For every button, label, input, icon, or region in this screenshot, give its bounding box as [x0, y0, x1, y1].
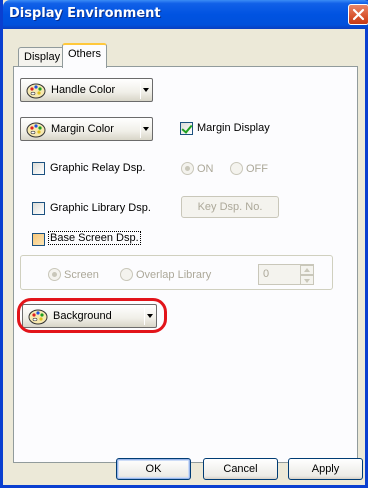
palette-icon [26, 83, 46, 99]
graphic-library-label: Graphic Library Dsp. [50, 202, 151, 214]
window-title: Display Environment [9, 6, 161, 21]
apply-button[interactable]: Apply [288, 458, 363, 480]
cancel-button[interactable]: Cancel [203, 458, 278, 480]
margin-color-button[interactable]: Margin Color [20, 117, 153, 141]
ok-button[interactable]: OK [116, 458, 191, 480]
handle-color-button[interactable]: Handle Color [20, 78, 153, 102]
overlap-library-radio[interactable] [120, 268, 133, 281]
handle-color-label: Handle Color [51, 84, 116, 96]
palette-icon [26, 122, 46, 138]
graphic-library-checkbox[interactable] [32, 202, 45, 215]
key-dsp-no-button[interactable]: Key Dsp. No. [181, 196, 279, 218]
spin-up-button[interactable] [300, 265, 314, 275]
overlap-number-value: 0 [263, 268, 270, 280]
graphic-relay-checkbox[interactable] [32, 162, 45, 175]
tab-others[interactable]: Others [62, 43, 108, 68]
screen-label: Screen [64, 269, 99, 281]
highlight-annotation [17, 298, 167, 333]
base-screen-label: Base Screen Dsp. [48, 231, 141, 245]
title-bar[interactable]: Display Environment [3, 0, 368, 29]
chevron-down-icon [143, 127, 149, 131]
close-icon [352, 8, 365, 21]
margin-display-checkbox[interactable] [180, 122, 193, 135]
close-button[interactable] [348, 4, 368, 25]
relay-on-label: ON [197, 163, 214, 175]
overlap-library-label: Overlap Library [136, 269, 212, 281]
spin-down-button[interactable] [300, 275, 314, 285]
graphic-relay-label: Graphic Relay Dsp. [50, 162, 146, 174]
base-screen-checkbox[interactable] [32, 233, 45, 246]
relay-on-radio[interactable] [181, 162, 194, 175]
relay-off-radio[interactable] [230, 162, 243, 175]
screen-radio[interactable] [48, 268, 61, 281]
relay-off-label: OFF [246, 163, 268, 175]
margin-color-label: Margin Color [51, 123, 114, 135]
margin-display-label: Margin Display [197, 122, 270, 134]
tab-display[interactable]: Display [18, 47, 67, 67]
chevron-down-icon [143, 88, 149, 92]
